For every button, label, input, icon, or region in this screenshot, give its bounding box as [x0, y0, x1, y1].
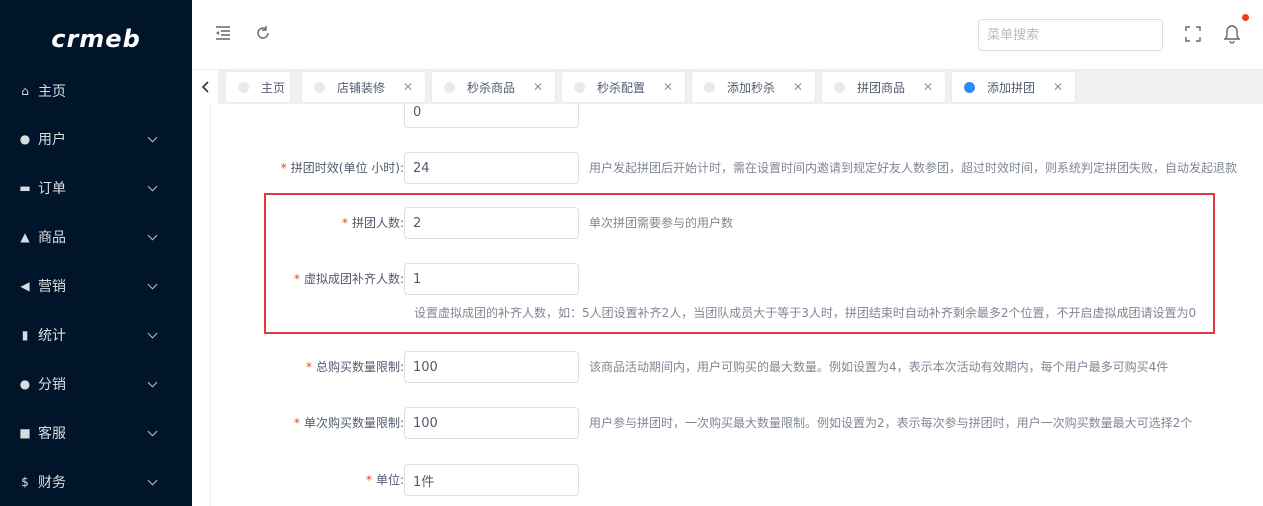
- group-duration-input[interactable]: [404, 152, 579, 184]
- sidebar-item-label: 主页: [38, 83, 66, 100]
- group-icon: ●: [19, 376, 31, 391]
- sidebar-item-marketing[interactable]: ◀ 营销: [0, 261, 192, 310]
- tab-label: 店铺装修: [337, 80, 386, 95]
- required-star: *: [280, 161, 287, 175]
- top-header: [192, 0, 1263, 70]
- required-star: *: [305, 360, 312, 374]
- sidebar-item-label: 用户: [38, 131, 66, 148]
- home-icon: ⌂: [21, 83, 29, 98]
- tab-status-dot: [834, 81, 845, 93]
- chevron-down-icon: [148, 183, 158, 193]
- form-tip: 设置虚拟成团的补齐人数，如：5人团设置补齐2人，当团队成员大于等于3人时，拼团结…: [414, 306, 1197, 320]
- dollar-icon: $: [21, 474, 29, 489]
- sidebar: crmeb ⌂ 主页 ● 用户 ▬ 订单 ▲ 商品 ◀ 营销 ▮ 统计 ● 分销…: [0, 0, 192, 506]
- close-icon[interactable]: ✕: [663, 80, 673, 94]
- logo-text: crmeb: [51, 25, 141, 53]
- bell-icon[interactable]: [1223, 24, 1241, 44]
- sidebar-item-home[interactable]: ⌂ 主页: [0, 66, 192, 115]
- tab-status-dot: [964, 81, 975, 93]
- refresh-icon[interactable]: [254, 26, 272, 44]
- tab-group-products[interactable]: 拼团商品 ✕: [821, 71, 946, 103]
- partial-top-input[interactable]: [404, 104, 579, 128]
- menu-search-input[interactable]: [978, 19, 1163, 51]
- close-icon[interactable]: ✕: [923, 80, 933, 94]
- single-limit-input[interactable]: [404, 407, 579, 439]
- required-star: *: [293, 272, 300, 286]
- chat-icon: ■: [19, 425, 31, 440]
- chevron-down-icon: [148, 232, 158, 242]
- menu-collapse-icon[interactable]: [214, 26, 232, 44]
- tab-status-dot: [574, 81, 585, 93]
- tab-seckill-config[interactable]: 秒杀配置 ✕: [561, 71, 686, 103]
- fullscreen-icon[interactable]: [1184, 26, 1202, 44]
- sidebar-item-user[interactable]: ● 用户: [0, 114, 192, 163]
- sidebar-item-label: 财务: [38, 474, 66, 491]
- cart-icon: ▬: [19, 180, 31, 195]
- bar-chart-icon: ▮: [21, 327, 29, 342]
- sidebar-item-statistics[interactable]: ▮ 统计: [0, 310, 192, 359]
- main-content: *拼团时效(单位 小时): 用户发起拼团后开始计时，需在设置时间内邀请到规定好友…: [192, 104, 1263, 506]
- form-label: * 单位:: [365, 473, 404, 487]
- sidebar-item-distribution[interactable]: ● 分销: [0, 359, 192, 408]
- form-panel: *拼团时效(单位 小时): 用户发起拼团后开始计时，需在设置时间内邀请到规定好友…: [210, 104, 1263, 506]
- group-size-input[interactable]: [404, 207, 579, 239]
- tabs-bar: 主页 店铺装修 ✕ 秒杀商品 ✕ 秒杀配置 ✕ 添加秒杀 ✕ 拼团商品 ✕ 添加…: [192, 70, 1263, 104]
- tab-label: 拼团商品: [857, 80, 906, 95]
- sidebar-item-label: 分销: [38, 376, 66, 393]
- form-tip: 单次拼团需要参与的用户数: [589, 216, 734, 230]
- sidebar-item-order[interactable]: ▬ 订单: [0, 163, 192, 212]
- user-icon: ●: [19, 131, 31, 146]
- tab-status-dot: [238, 81, 249, 93]
- form-label: * 总购买数量限制:: [305, 360, 404, 374]
- chevron-down-icon: [148, 379, 158, 389]
- chevron-down-icon: [148, 281, 158, 291]
- total-limit-input[interactable]: [404, 351, 579, 383]
- tab-add-seckill[interactable]: 添加秒杀 ✕: [691, 71, 816, 103]
- tab-status-dot: [444, 81, 455, 93]
- form-tip: 该商品活动期间内，用户可购买的最大数量。例如设置为4，表示本次活动有效期内，每个…: [589, 360, 1169, 374]
- tab-label: 添加拼团: [987, 80, 1036, 95]
- close-icon[interactable]: ✕: [403, 80, 413, 94]
- close-icon[interactable]: ✕: [793, 80, 803, 94]
- close-icon[interactable]: ✕: [533, 80, 543, 94]
- chevron-down-icon: [148, 477, 158, 487]
- unit-input[interactable]: [404, 464, 579, 496]
- required-star: *: [341, 216, 348, 230]
- form-label: * 拼团时效(单位 小时):: [280, 161, 404, 175]
- required-star: *: [293, 416, 300, 430]
- tab-label: 主页: [261, 80, 286, 95]
- sidebar-item-label: 客服: [38, 425, 66, 442]
- sidebar-item-product[interactable]: ▲ 商品: [0, 212, 192, 261]
- tab-label: 秒杀配置: [597, 80, 646, 95]
- chevron-down-icon: [148, 330, 158, 340]
- tab-status-dot: [704, 81, 715, 93]
- notification-badge: [1242, 14, 1249, 21]
- send-icon: ◀: [20, 278, 30, 293]
- required-star: *: [365, 473, 372, 487]
- basket-icon: ▲: [20, 229, 30, 244]
- form-label: * 单次购买数量限制:: [293, 416, 404, 430]
- virtual-fill-input[interactable]: [404, 263, 579, 295]
- sidebar-item-label: 营销: [38, 278, 66, 295]
- tab-add-group[interactable]: 添加拼团 ✕: [951, 71, 1076, 103]
- chevron-down-icon: [148, 134, 158, 144]
- sidebar-item-label: 订单: [38, 180, 66, 197]
- tab-status-dot: [314, 81, 325, 93]
- tab-label: 秒杀商品: [467, 80, 516, 95]
- close-icon[interactable]: ✕: [1053, 80, 1063, 94]
- form-label: * 虚拟成团补齐人数:: [293, 272, 404, 286]
- tabs-scroll-left-button[interactable]: [192, 70, 218, 104]
- form-label: * 拼团人数:: [341, 216, 404, 230]
- sidebar-item-service[interactable]: ■ 客服: [0, 408, 192, 457]
- tab-label: 添加秒杀: [727, 80, 776, 95]
- tab-home[interactable]: 主页: [225, 71, 291, 103]
- tab-shop-decoration[interactable]: 店铺装修 ✕: [301, 71, 426, 103]
- form-tip: 用户参与拼团时，一次购买最大数量限制。例如设置为2，表示每次参与拼团时，用户一次…: [589, 416, 1193, 430]
- tab-seckill-products[interactable]: 秒杀商品 ✕: [431, 71, 556, 103]
- form-tip: 用户发起拼团后开始计时，需在设置时间内邀请到规定好友人数参团，超过时效时间，则系…: [589, 161, 1238, 175]
- sidebar-item-label: 统计: [38, 327, 66, 344]
- sidebar-item-label: 商品: [38, 229, 66, 246]
- sidebar-item-finance[interactable]: $ 财务: [0, 457, 192, 506]
- chevron-down-icon: [148, 428, 158, 438]
